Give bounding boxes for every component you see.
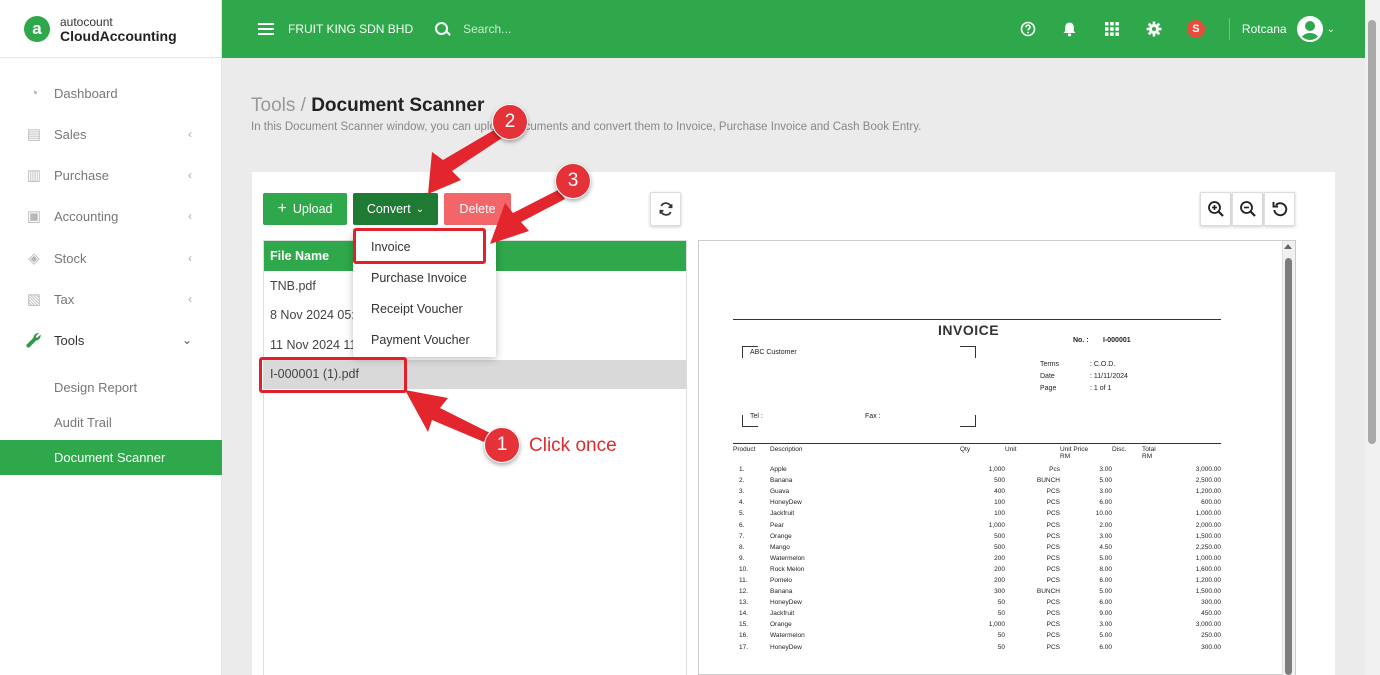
step-marker-3: 3: [555, 163, 591, 199]
annotation-arrow-1: [405, 390, 490, 442]
step-marker-2: 2: [492, 104, 528, 140]
annotation-arrows: [405, 130, 565, 442]
annotation-arrow-3: [490, 190, 565, 244]
click-once-label: Click once: [529, 435, 617, 456]
annotation-arrow-2: [428, 130, 502, 194]
highlight-invoice: [353, 228, 486, 264]
step-marker-1: 1: [484, 427, 520, 463]
highlight-selected-file: [259, 357, 407, 393]
